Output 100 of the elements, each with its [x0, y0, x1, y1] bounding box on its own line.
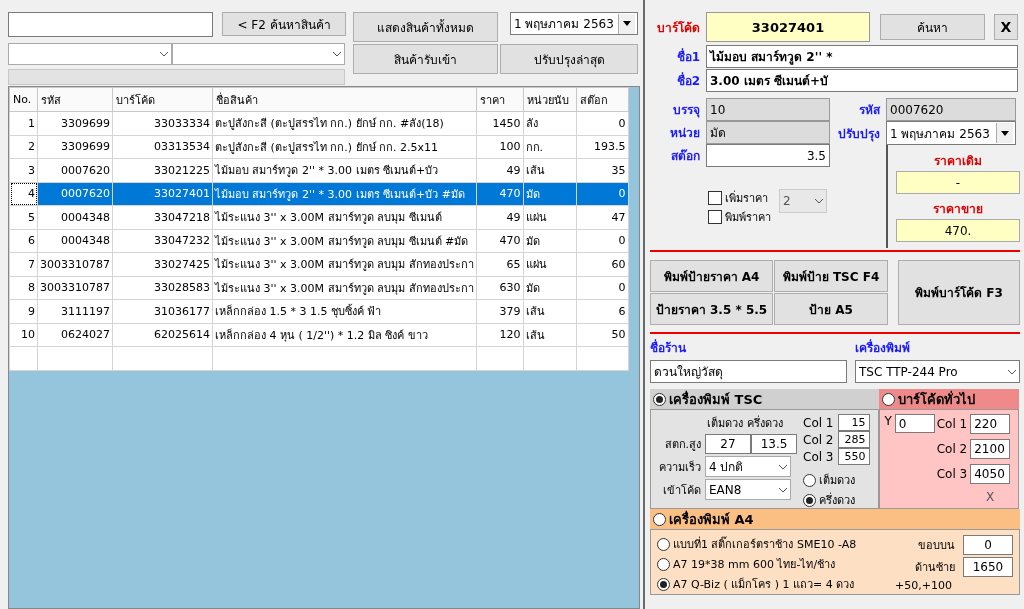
shop-name-field[interactable]: ดวนใหญ่วัสดุ: [650, 360, 847, 383]
received-button[interactable]: สินค้ารับเข้า: [353, 44, 498, 74]
print-button[interactable]: พิมพ์ป้ายราคา A4: [650, 260, 773, 292]
show-all-button[interactable]: แสดงสินค้าทั้งหมด: [353, 12, 498, 42]
table-row[interactable]: 1 3309699 33033334 ตะปูสังกะสี (ตะปูสรรไท กก.) ยักษ์ กก. #ลัง(18) 1450 ลัง 0: [9, 111, 629, 135]
size-option[interactable]: เต็มดวง: [803, 471, 870, 489]
chevron-down-icon: [332, 51, 342, 57]
speed-dropdown[interactable]: 4 ปกติ: [705, 456, 791, 477]
search-button[interactable]: < F2 ค้นหาสินค้า: [222, 12, 346, 36]
table-cell: 62025614: [112, 323, 213, 347]
print-barcode-button[interactable]: พิมพ์บาร์โค้ด F3: [898, 260, 1020, 325]
column-field[interactable]: 220: [970, 414, 1011, 434]
stock-field[interactable]: 3.5: [706, 144, 830, 167]
print-button[interactable]: พิมพ์ป้าย TSC F4: [774, 260, 888, 292]
table-row[interactable]: 6 0004348 33047232 ไม้ระแนง 3'' x 3.00M สมาร์ทวูด ลบมุม ซีเมนต์ #มัด 470 มัด 0: [9, 229, 629, 253]
checkbox[interactable]: [708, 191, 722, 205]
date-picker[interactable]: 1 พฤษภาคม 2563: [886, 121, 1016, 145]
table-cell: 33047232: [112, 229, 213, 253]
column-header[interactable]: No.: [9, 87, 38, 112]
table-cell: 33027401: [112, 182, 213, 206]
search-field[interactable]: [8, 12, 213, 37]
radio-button[interactable]: [653, 392, 666, 406]
checkbox-option[interactable]: เพิ่มราคา: [708, 189, 771, 207]
height-field[interactable]: 13.5: [751, 434, 797, 454]
top-margin-field[interactable]: 0: [963, 535, 1013, 555]
sale-price-field[interactable]: 470.: [896, 219, 1020, 242]
column-label: Col 2: [803, 432, 834, 447]
table-row[interactable]: 8 3003310787 33028583 ไม้ระแนง 3'' x 3.00M สมาร์ทวูด ลบมุม สักทองประกา 630 มัด 0: [9, 276, 629, 300]
column-field[interactable]: 15: [837, 414, 870, 431]
left-margin-field[interactable]: 1650: [963, 557, 1013, 577]
radio-button[interactable]: [657, 577, 670, 591]
column-field[interactable]: 550: [837, 448, 870, 465]
print-button[interactable]: ป้าย A5: [774, 293, 888, 325]
table-row[interactable]: 10 0624027 62025614 เหล็กกล่อง 4 หุน ( 1/2'') * 1.2 มิล ซิงค์ ขาว 120 เส้น 50: [9, 323, 629, 347]
encoding-dropdown[interactable]: EAN8: [705, 479, 791, 500]
find-button[interactable]: ค้นหา: [880, 14, 985, 40]
height-field[interactable]: 27: [705, 434, 751, 454]
size-header: เต็มดวง: [707, 415, 743, 432]
clear-button[interactable]: X: [982, 489, 999, 505]
table-cell: ไม้มอบ สมาร์ทวูด 2'' * 3.00 เมตร ซีเมนต์+บัว #มัด: [212, 182, 477, 206]
name2-field[interactable]: 3.00 เมตร ซีเมนต์+บั: [706, 69, 1018, 92]
radio-button[interactable]: [657, 557, 670, 571]
date-picker[interactable]: 1 พฤษภาคม 2563: [510, 12, 638, 35]
table-cell: 6: [9, 229, 38, 253]
height-label: สตก.สูง: [663, 437, 702, 453]
table-cell: 2: [9, 135, 38, 159]
table-cell: ไม้ระแนง 3'' x 3.00M สมาร์ทวูด ลบมุม สักทองประกา: [212, 276, 477, 300]
table-cell: ไม้มอบ สมาร์ทวูด 2'' * 3.00 เมตร ซีเมนต์+บัว: [212, 158, 477, 182]
y-field[interactable]: 0: [894, 414, 935, 433]
code-field: 0007620: [886, 98, 1016, 121]
name1-field[interactable]: ไม้มอบ สมาร์ทวูด 2'' *: [706, 45, 1018, 68]
table-cell: 8: [9, 276, 38, 300]
label-format-option[interactable]: แบบที่1 สติ๊กเกอร์ตราช้าง SME10 -A8: [657, 535, 857, 553]
radio-button[interactable]: [882, 392, 896, 406]
barcode-field[interactable]: 33027401: [706, 12, 870, 42]
table-cell: 33021225: [112, 158, 213, 182]
table-cell: 31036177: [112, 299, 213, 323]
column-header[interactable]: ราคา: [476, 87, 524, 112]
chevron-down-icon: [814, 198, 824, 204]
table-cell: 5: [9, 205, 38, 229]
label-format-option[interactable]: A7 19*38 mm 600 ไทย-ไท/ช้าง: [657, 555, 857, 573]
table-row[interactable]: 5 0004348 33047218 ไม้ระแนง 3'' x 3.00M สมาร์ทวูด ลบมุม ซีเมนต์ 49 แผ่น 47: [9, 205, 629, 229]
print-button[interactable]: ป้ายราคา 3.5 * 5.5: [650, 293, 773, 325]
size-option[interactable]: ครึ่งดวง: [803, 491, 870, 509]
column-header[interactable]: ชื่อสินค้า: [212, 87, 477, 112]
table-row[interactable]: 7 3003310787 33027425 ไม้ระแนง 3'' x 3.00M สมาร์ทวูด ลบมุม สักทองประกา 65 แผ่น 60: [9, 252, 629, 276]
refresh-button[interactable]: ปรับปรุงล่าสุด: [500, 44, 638, 74]
column-field[interactable]: 285: [837, 431, 870, 448]
column-field[interactable]: 4050: [970, 464, 1011, 484]
table-cell: ตะปูสังกะสี (ตะปูสรรไท กก.) ยักษ์ กก. 2.5x11: [212, 135, 477, 159]
table-cell: 7: [9, 252, 38, 276]
chevron-down-icon: [1007, 368, 1017, 375]
updated-label: ปรับปรุง: [837, 125, 881, 143]
close-button[interactable]: X: [994, 14, 1018, 40]
column-label: Col 3: [803, 449, 834, 464]
column-header[interactable]: สต๊อก: [576, 87, 629, 112]
date-text: 1 พฤษภาคม 2563: [890, 125, 990, 143]
printer-dropdown[interactable]: TSC TTP-244 Pro: [855, 360, 1020, 383]
checkbox-option[interactable]: พิมพ์ราคา: [708, 208, 771, 226]
radio-button[interactable]: [657, 537, 670, 551]
table-cell: ไม้ระแนง 3'' x 3.00M สมาร์ทวูด ลบมุม ซีเมนต์: [212, 205, 477, 229]
label-format-option[interactable]: A7 Q-Biz ( แม็กโคร ) 1 แถว= 4 ดวง: [657, 575, 857, 593]
date-text: 1 พฤษภาคม 2563: [514, 16, 614, 33]
table-cell: 33047218: [112, 205, 213, 229]
checkbox[interactable]: [708, 210, 722, 224]
speed-label: ความเร็ว: [658, 459, 702, 476]
table-row[interactable]: 9 3111197 31036177 เหล็กกล่อง 1.5 * 3 1.5 ชุบซิ้งค์ ฟ้า 379 เส้น 6: [9, 299, 629, 323]
name2-label: ชื่อ2: [675, 71, 701, 90]
column-field[interactable]: 2100: [970, 439, 1011, 459]
column-header[interactable]: บาร์โค้ด: [112, 87, 213, 112]
radio-button[interactable]: [803, 473, 816, 487]
table-row[interactable]: 2 3309699 03313534 ตะปูสังกะสี (ตะปูสรรไท กก.) ยักษ์ กก. 2.5x11 100 กก. 193.5: [9, 135, 629, 159]
column-label: Col 2: [936, 442, 968, 456]
table-cell: 1: [9, 111, 38, 135]
column-header[interactable]: รหัส: [37, 87, 113, 112]
radio-button[interactable]: [803, 493, 816, 507]
radio-button[interactable]: [653, 512, 666, 526]
table-row[interactable]: 4 0007620 33027401 ไม้มอบ สมาร์ทวูด 2'' * 3.00 เมตร ซีเมนต์+บัว #มัด 470 มัด 0: [9, 182, 629, 206]
column-header[interactable]: หน่วยนับ: [523, 87, 577, 112]
table-row[interactable]: 3 0007620 33021225 ไม้มอบ สมาร์ทวูด 2'' * 3.00 เมตร ซีเมนต์+บัว 49 เส้น 35: [9, 158, 629, 182]
